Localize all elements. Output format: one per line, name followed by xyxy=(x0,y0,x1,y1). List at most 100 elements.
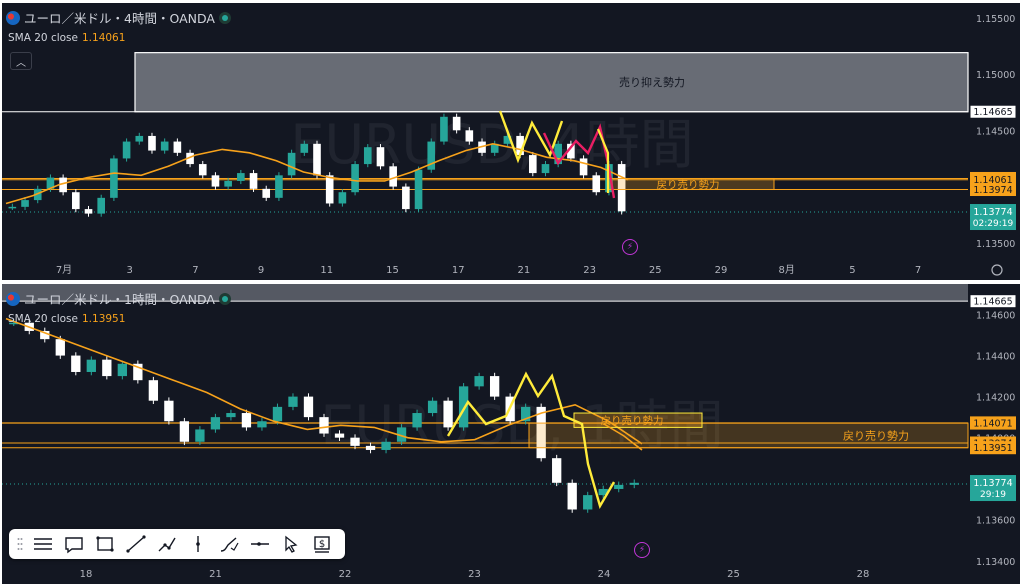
candle xyxy=(452,116,461,131)
trendline-icon[interactable] xyxy=(120,531,151,557)
candle xyxy=(288,396,298,407)
chart-canvas-4h[interactable]: 1.155001.150001.145001.140001.135007月379… xyxy=(2,3,1020,280)
svg-text:$: $ xyxy=(318,539,324,550)
symbol-title[interactable]: ユーロ／米ドル・1時間・OANDA xyxy=(24,289,215,308)
candle xyxy=(303,396,314,418)
candle xyxy=(257,421,267,428)
symbol-header[interactable]: ユーロ／米ドル・1時間・OANDA xyxy=(6,289,231,308)
candle xyxy=(458,386,469,428)
brush-icon[interactable] xyxy=(213,531,244,557)
sma-legend[interactable]: SMA 20 close 1.14061 xyxy=(8,32,125,44)
x-tick-label: 21 xyxy=(518,265,531,276)
comment-icon[interactable] xyxy=(58,531,89,557)
horizontal-ray-icon[interactable] xyxy=(244,531,275,557)
market-open-icon xyxy=(218,292,231,305)
x-tick-label: 11 xyxy=(320,265,333,276)
event-bolt-icon[interactable]: ⚡ xyxy=(622,239,638,255)
candle xyxy=(350,437,360,446)
x-tick-label: 25 xyxy=(727,569,740,580)
candle xyxy=(365,445,376,450)
y-tick-label: 1.13400 xyxy=(976,557,1015,568)
sell-zone-label: 売り抑え勢力 xyxy=(619,75,685,89)
x-tick-label: 25 xyxy=(649,265,662,276)
candle xyxy=(102,359,112,377)
candle xyxy=(173,141,182,153)
eurusd-flag-icon xyxy=(6,10,20,25)
price-tag: 1.14665 xyxy=(973,107,1012,118)
price-tag-icon[interactable]: $ xyxy=(306,531,337,557)
candle xyxy=(86,359,96,372)
candle xyxy=(241,413,252,428)
candle xyxy=(21,200,29,207)
candle xyxy=(325,175,334,204)
y-tick-label: 1.14500 xyxy=(976,126,1015,137)
candle xyxy=(412,413,422,428)
vertical-line-icon[interactable] xyxy=(182,531,213,557)
candle xyxy=(117,363,127,377)
candle xyxy=(262,188,271,198)
x-tick-label: 18 xyxy=(80,569,93,580)
y-tick-label: 1.13600 xyxy=(976,516,1015,527)
candle xyxy=(275,175,283,198)
symbol-header[interactable]: ユーロ／米ドル・4時間・OANDA xyxy=(6,8,231,27)
candle xyxy=(237,173,245,181)
sell-zone-box xyxy=(134,52,969,113)
candle xyxy=(414,169,423,210)
drawing-toolbar[interactable]: $ xyxy=(9,529,345,559)
candle xyxy=(440,116,448,142)
candle xyxy=(465,130,474,142)
candle xyxy=(97,197,106,214)
candle xyxy=(249,173,258,189)
candle xyxy=(210,417,221,430)
collapse-chevron-up-icon[interactable]: ︿ xyxy=(10,52,32,70)
lines-icon[interactable] xyxy=(27,531,58,557)
sma-legend[interactable]: SMA 20 close 1.13951 xyxy=(8,313,125,325)
path-icon[interactable] xyxy=(151,531,182,557)
candle xyxy=(629,482,639,485)
last-price-label: 1.13774 xyxy=(973,478,1012,489)
sma-label: SMA 20 close xyxy=(8,32,78,44)
candle xyxy=(313,143,321,176)
candle xyxy=(55,339,65,356)
price-tag: 1.13974 xyxy=(973,185,1012,196)
candle xyxy=(160,141,169,151)
candle xyxy=(443,400,453,428)
pullback-zone-label-inner: 戻り売り勢力 xyxy=(601,414,664,427)
market-open-icon xyxy=(218,11,231,24)
sma-value: 1.13951 xyxy=(82,313,126,325)
candle xyxy=(179,421,190,442)
x-tick-label: 9 xyxy=(258,265,264,276)
candle xyxy=(579,158,588,176)
x-tick-label: 8月 xyxy=(779,264,795,276)
x-tick-label: 7 xyxy=(915,265,921,276)
x-tick-label: 21 xyxy=(209,569,222,580)
cursor-icon[interactable] xyxy=(275,531,306,557)
candle xyxy=(164,400,174,422)
pullback-zone-label: 戻り売り勢力 xyxy=(657,178,720,191)
candle xyxy=(319,417,329,434)
x-tick-label: 22 xyxy=(339,569,352,580)
x-tick-label: 5 xyxy=(849,265,855,276)
x-tick-label: 7 xyxy=(192,265,198,276)
candle xyxy=(110,158,118,198)
symbol-title[interactable]: ユーロ／米ドル・4時間・OANDA xyxy=(24,8,215,27)
sma-label: SMA 20 close xyxy=(8,313,78,325)
y-tick-label: 1.14400 xyxy=(976,352,1015,363)
x-tick-label: 29 xyxy=(715,265,728,276)
event-bolt-icon[interactable]: ⚡ xyxy=(634,542,650,558)
candle xyxy=(474,376,484,387)
candle xyxy=(224,180,232,187)
x-tick-label: 17 xyxy=(452,265,465,276)
rectangle-icon[interactable] xyxy=(89,531,120,557)
eurusd-flag-icon xyxy=(6,291,20,306)
candle xyxy=(84,209,93,214)
candle xyxy=(8,206,17,209)
chart-panel-4h[interactable]: 1.155001.150001.145001.140001.135007月379… xyxy=(2,3,1020,280)
candle xyxy=(541,164,550,174)
price-tag: 1.14071 xyxy=(973,419,1012,430)
candle xyxy=(272,406,283,422)
x-tick-label: 24 xyxy=(598,569,611,580)
drag-handle-icon[interactable] xyxy=(13,531,27,557)
candle xyxy=(71,355,81,372)
y-tick-label: 1.13500 xyxy=(976,239,1015,250)
